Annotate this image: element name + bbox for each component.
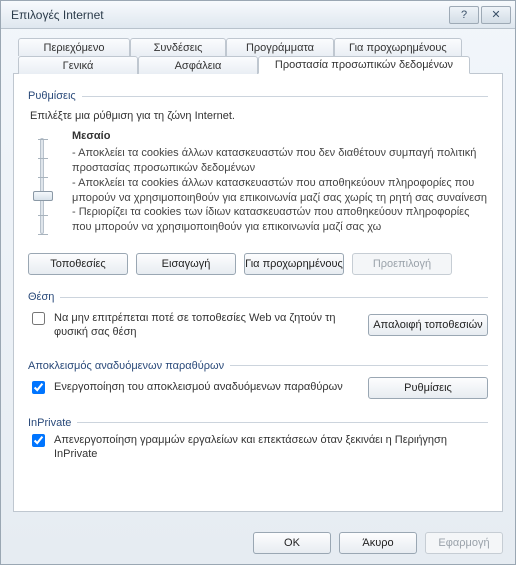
privacy-level-description: Μεσαίο - Αποκλείει τα cookies άλλων κατα… bbox=[72, 130, 488, 235]
titlebar: Επιλογές Internet ? ✕ bbox=[1, 1, 515, 29]
default-button: Προεπιλογή bbox=[352, 253, 452, 275]
tab-label: Ασφάλεια bbox=[175, 60, 222, 72]
privacy-level-line: - Αποκλείει τα cookies άλλων κατασκευαστ… bbox=[72, 146, 488, 176]
group-location: Θέση Να μην επιτρέπεται ποτέ σε τοποθεσί… bbox=[28, 287, 488, 348]
ok-button[interactable]: OK bbox=[253, 532, 331, 554]
dialog-window: Επιλογές Internet ? ✕ Περιεχόμενο Συνδέσ… bbox=[0, 0, 516, 565]
group-inprivate-header: InPrivate bbox=[28, 417, 488, 429]
tab-label: Προστασία προσωπικών δεδομένων bbox=[275, 59, 453, 71]
tab-advanced[interactable]: Για προχωρημένους bbox=[334, 38, 462, 56]
help-icon: ? bbox=[461, 9, 467, 21]
tab-security[interactable]: Ασφάλεια bbox=[138, 56, 258, 74]
privacy-slider[interactable] bbox=[28, 130, 56, 235]
group-settings: Ρυθμίσεις bbox=[28, 90, 488, 102]
popup-enable-checkbox[interactable] bbox=[32, 381, 45, 394]
tab-privacy[interactable]: Προστασία προσωπικών δεδομένων bbox=[258, 56, 470, 74]
tab-content[interactable]: Περιεχόμενο bbox=[18, 38, 130, 56]
window-controls: ? ✕ bbox=[449, 6, 511, 24]
divider bbox=[60, 297, 488, 298]
window-title: Επιλογές Internet bbox=[11, 8, 449, 22]
group-popup-header: Αποκλεισμός αναδυόμενων παραθύρων bbox=[28, 360, 488, 372]
dialog-content: Περιεχόμενο Συνδέσεις Προγράμματα Για πρ… bbox=[1, 29, 515, 522]
tab-label: Για προχωρημένους bbox=[349, 42, 447, 54]
location-deny-checkbox[interactable] bbox=[32, 312, 45, 325]
divider bbox=[230, 365, 488, 366]
apply-button: Εφαρμογή bbox=[425, 532, 503, 554]
group-title: Ρυθμίσεις bbox=[28, 90, 76, 102]
location-checkbox-row: Να μην επιτρέπεται ποτέ σε τοποθεσίες We… bbox=[28, 311, 348, 340]
tab-general[interactable]: Γενικά bbox=[18, 56, 138, 74]
group-popup: Αποκλεισμός αναδυόμενων παραθύρων Ενεργο… bbox=[28, 356, 488, 405]
tab-label: Περιεχόμενο bbox=[44, 42, 105, 54]
tab-programs[interactable]: Προγράμματα bbox=[226, 38, 334, 56]
group-title: Αποκλεισμός αναδυόμενων παραθύρων bbox=[28, 360, 224, 372]
cancel-button[interactable]: Άκυρο bbox=[339, 532, 417, 554]
help-button[interactable]: ? bbox=[449, 6, 479, 24]
tab-label: Συνδέσεις bbox=[154, 42, 203, 54]
dialog-footer: OK Άκυρο Εφαρμογή bbox=[1, 522, 515, 564]
inprivate-disable-toolbars-label: Απενεργοποίηση γραμμών εργαλείων και επε… bbox=[54, 433, 488, 462]
popup-enable-label: Ενεργοποίηση του αποκλεισμού αναδυόμενων… bbox=[54, 380, 348, 394]
location-deny-label: Να μην επιτρέπεται ποτέ σε τοποθεσίες We… bbox=[54, 311, 348, 340]
inprivate-checkbox-row: Απενεργοποίηση γραμμών εργαλείων και επε… bbox=[28, 433, 488, 462]
divider bbox=[82, 96, 488, 97]
close-icon: ✕ bbox=[491, 8, 500, 21]
divider bbox=[77, 422, 488, 423]
group-inprivate: InPrivate Απενεργοποίηση γραμμών εργαλεί… bbox=[28, 413, 488, 466]
tab-connections[interactable]: Συνδέσεις bbox=[130, 38, 226, 56]
advanced-button[interactable]: Για προχωρημένους bbox=[244, 253, 344, 275]
popup-checkbox-row: Ενεργοποίηση του αποκλεισμού αναδυόμενων… bbox=[28, 380, 348, 397]
privacy-level-area: Μεσαίο - Αποκλείει τα cookies άλλων κατα… bbox=[28, 130, 488, 235]
clear-sites-button[interactable]: Απαλοιφή τοποθεσιών bbox=[368, 314, 488, 336]
tabs-row-front: Γενικά Ασφάλεια Προστασία προσωπικών δεδ… bbox=[18, 56, 470, 74]
tabs-row-back: Περιεχόμενο Συνδέσεις Προγράμματα Για πρ… bbox=[18, 38, 462, 56]
tab-label: Προγράμματα bbox=[246, 42, 314, 54]
slider-track bbox=[40, 138, 44, 234]
tab-label: Γενικά bbox=[63, 60, 94, 72]
settings-instruction: Επιλέξτε μια ρύθμιση για τη ζώνη Interne… bbox=[30, 110, 488, 122]
import-button[interactable]: Εισαγωγή bbox=[136, 253, 236, 275]
inprivate-disable-toolbars-checkbox[interactable] bbox=[32, 434, 45, 447]
privacy-level-line: - Περιορίζει τα cookies των ίδιων κατασκ… bbox=[72, 205, 488, 235]
sites-button[interactable]: Τοποθεσίες bbox=[28, 253, 128, 275]
tab-panel: Περιεχόμενο Συνδέσεις Προγράμματα Για πρ… bbox=[13, 73, 503, 512]
group-title: InPrivate bbox=[28, 417, 71, 429]
privacy-level-line: - Αποκλείει τα cookies άλλων κατασκευαστ… bbox=[72, 176, 488, 206]
close-button[interactable]: ✕ bbox=[481, 6, 511, 24]
popup-settings-button[interactable]: Ρυθμίσεις bbox=[368, 377, 488, 399]
group-title: Θέση bbox=[28, 291, 54, 303]
group-location-header: Θέση bbox=[28, 291, 488, 303]
privacy-level-title: Μεσαίο bbox=[72, 130, 488, 142]
slider-thumb[interactable] bbox=[33, 191, 53, 201]
settings-buttons: Τοποθεσίες Εισαγωγή Για προχωρημένους Πρ… bbox=[28, 253, 488, 275]
